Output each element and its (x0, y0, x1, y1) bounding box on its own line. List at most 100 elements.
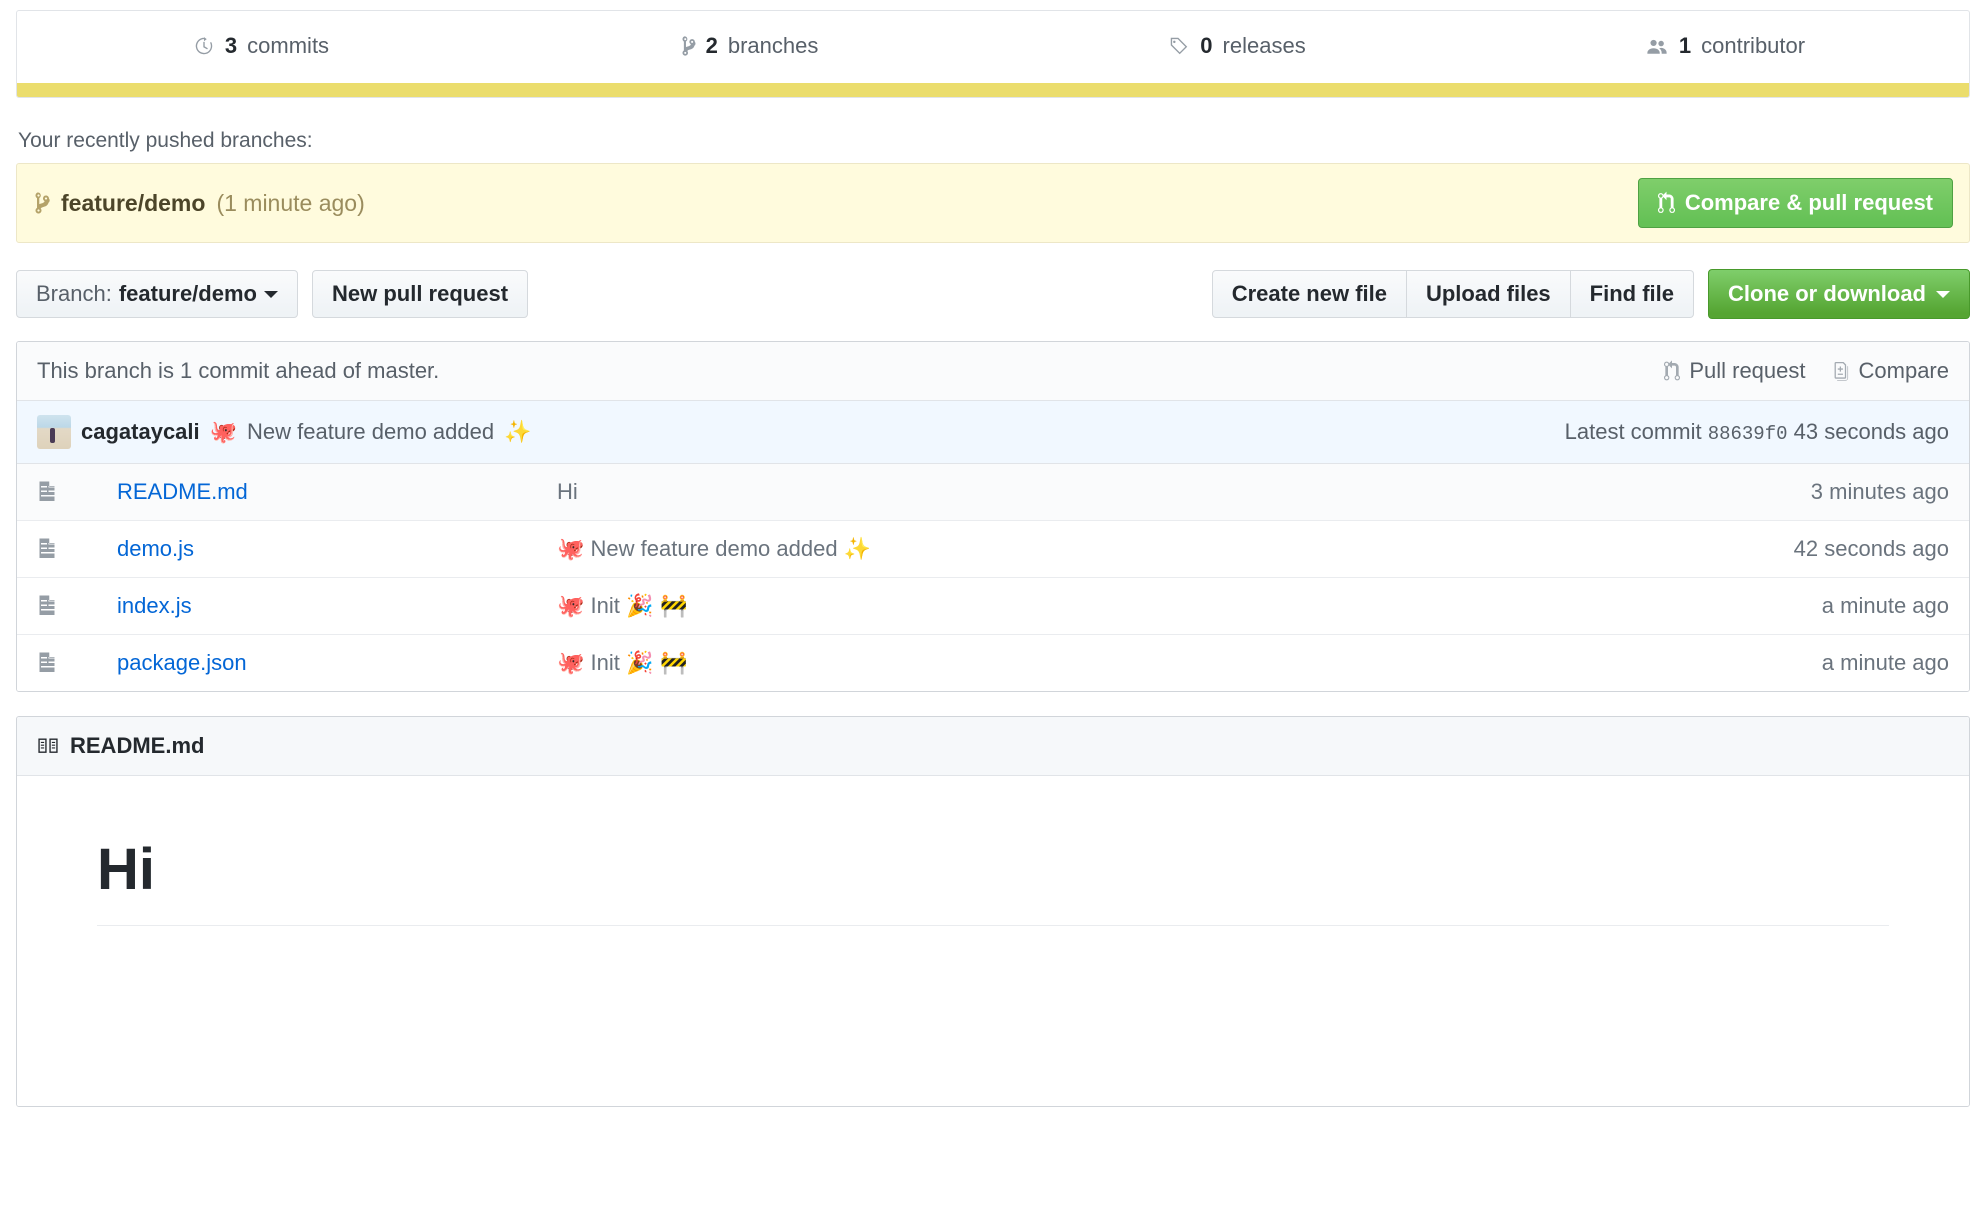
commit-author-name[interactable]: cagataycali (81, 419, 200, 445)
repository-page: 3 commits 2 branches 0 releases (0, 10, 1986, 1107)
pushed-branch-info: feature/demo (1 minute ago) (33, 190, 365, 217)
stat-commits-label: commits (247, 33, 329, 59)
compare-and-pull-request-button[interactable]: Compare & pull request (1638, 178, 1953, 228)
stat-commits[interactable]: 3 commits (17, 11, 505, 83)
recently-pushed-label: Your recently pushed branches: (18, 129, 1970, 153)
stat-branches[interactable]: 2 branches (505, 11, 993, 83)
pushed-branch-name[interactable]: feature/demo (61, 190, 205, 217)
file-commit-message[interactable]: Init (591, 650, 620, 675)
readme-body: Hi (17, 776, 1969, 1106)
language-color-bar (17, 83, 1969, 97)
chevron-down-icon (1936, 291, 1950, 298)
readme-title: README.md (70, 733, 204, 759)
pushed-branch-time: (1 minute ago) (216, 190, 364, 217)
stat-releases-label: releases (1223, 33, 1306, 59)
readme-box: README.md Hi (16, 716, 1970, 1107)
create-new-file-button[interactable]: Create new file (1212, 270, 1407, 318)
git-branch-icon (680, 35, 696, 57)
stat-releases[interactable]: 0 releases (993, 11, 1481, 83)
stat-releases-count: 0 (1200, 33, 1212, 59)
file-table: README.md Hi 3 minutes ago demo.js (17, 464, 1969, 691)
file-name-cell: package.json (97, 635, 537, 692)
stat-contributors-label: contributor (1701, 33, 1805, 59)
commit-emoji: 🎉 🚧 (626, 594, 688, 619)
stat-commits-count: 3 (225, 33, 237, 59)
people-icon (1645, 35, 1669, 57)
file-commit-message[interactable]: Hi (557, 479, 578, 504)
readme-heading: Hi (97, 836, 1889, 926)
find-file-button[interactable]: Find file (1571, 270, 1694, 318)
file-link[interactable]: demo.js (117, 536, 194, 561)
repository-toolbar: Branch: feature/demo New pull request Cr… (16, 269, 1970, 319)
file-name-cell: demo.js (97, 521, 537, 578)
branch-status-text: This branch is 1 commit ahead of master. (37, 358, 439, 384)
stat-contributors-count: 1 (1679, 33, 1691, 59)
new-pull-request-button[interactable]: New pull request (312, 270, 528, 318)
file-commit-time: 3 minutes ago (1669, 464, 1969, 521)
file-name-cell: README.md (97, 464, 537, 521)
stat-contributors[interactable]: 1 contributor (1481, 11, 1969, 83)
stat-branches-count: 2 (706, 33, 718, 59)
file-link[interactable]: index.js (117, 593, 192, 618)
stats-row: 3 commits 2 branches 0 releases (17, 11, 1969, 83)
git-pull-request-icon (1658, 191, 1675, 215)
latest-commit-label: Latest commit (1565, 419, 1702, 444)
octocat-emoji: 🐙 (210, 420, 237, 445)
branch-status-links: Pull request Compare (1664, 358, 1949, 384)
readme-header: README.md (17, 717, 1969, 776)
file-actions-group: Create new file Upload files Find file (1212, 270, 1694, 318)
file-link[interactable]: package.json (117, 650, 247, 675)
upload-files-button[interactable]: Upload files (1407, 270, 1571, 318)
diff-icon (1832, 360, 1850, 382)
stat-branches-label: branches (728, 33, 819, 59)
table-row[interactable]: demo.js 🐙 New feature demo added ✨ 42 se… (17, 521, 1969, 578)
file-commit-message[interactable]: Init (591, 593, 620, 618)
git-pull-request-icon (1664, 360, 1680, 382)
recently-pushed-branch-box: feature/demo (1 minute ago) Compare & pu… (16, 163, 1970, 243)
commit-time: 43 seconds ago (1794, 419, 1949, 444)
latest-commit-left: cagataycali 🐙 New feature demo added ✨ (37, 415, 532, 449)
table-row[interactable]: README.md Hi 3 minutes ago (17, 464, 1969, 521)
file-commit-time: 42 seconds ago (1669, 521, 1969, 578)
compare-and-pull-request-label: Compare & pull request (1685, 190, 1933, 216)
compare-link-label: Compare (1859, 358, 1949, 384)
branch-selector-prefix: Branch: (36, 282, 112, 306)
chevron-down-icon (264, 291, 278, 298)
compare-link[interactable]: Compare (1832, 358, 1949, 384)
file-commit-time: a minute ago (1669, 578, 1969, 635)
file-commit-time: a minute ago (1669, 635, 1969, 692)
file-name-cell: index.js (97, 578, 537, 635)
commit-emoji: 🎉 🚧 (626, 651, 688, 676)
repository-stats-bar: 3 commits 2 branches 0 releases (16, 10, 1970, 98)
branch-selector-name: feature/demo (119, 282, 257, 306)
clone-or-download-button[interactable]: Clone or download (1708, 269, 1970, 319)
table-row[interactable]: index.js 🐙 Init 🎉 🚧 a minute ago (17, 578, 1969, 635)
branch-selector-button[interactable]: Branch: feature/demo (16, 270, 298, 318)
tag-icon (1168, 35, 1190, 57)
file-commit-message[interactable]: New feature demo added (591, 536, 838, 561)
file-icon (17, 635, 97, 692)
avatar[interactable] (37, 415, 71, 449)
latest-commit-row: cagataycali 🐙 New feature demo added ✨ L… (17, 401, 1969, 464)
commit-sha[interactable]: 88639f0 (1708, 423, 1788, 445)
file-commit-message-cell: 🐙 Init 🎉 🚧 (537, 635, 1669, 692)
history-icon (193, 35, 215, 57)
pull-request-link-label: Pull request (1689, 358, 1805, 384)
commit-emoji: ✨ (844, 537, 871, 562)
table-row[interactable]: package.json 🐙 Init 🎉 🚧 a minute ago (17, 635, 1969, 692)
book-icon (37, 735, 59, 757)
file-icon (17, 521, 97, 578)
sparkles-emoji: ✨ (504, 420, 531, 445)
octocat-emoji: 🐙 (557, 651, 584, 676)
file-icon (17, 464, 97, 521)
file-icon (17, 578, 97, 635)
toolbar-right-group: Create new file Upload files Find file C… (1212, 269, 1970, 319)
octocat-emoji: 🐙 (557, 537, 584, 562)
pull-request-link[interactable]: Pull request (1664, 358, 1805, 384)
file-link[interactable]: README.md (117, 479, 248, 504)
latest-commit-right: Latest commit 88639f0 43 seconds ago (1565, 419, 1949, 445)
file-commit-message-cell: 🐙 Init 🎉 🚧 (537, 578, 1669, 635)
commit-message[interactable]: New feature demo added (247, 419, 494, 445)
octocat-emoji: 🐙 (557, 594, 584, 619)
toolbar-left-group: Branch: feature/demo New pull request (16, 270, 528, 318)
